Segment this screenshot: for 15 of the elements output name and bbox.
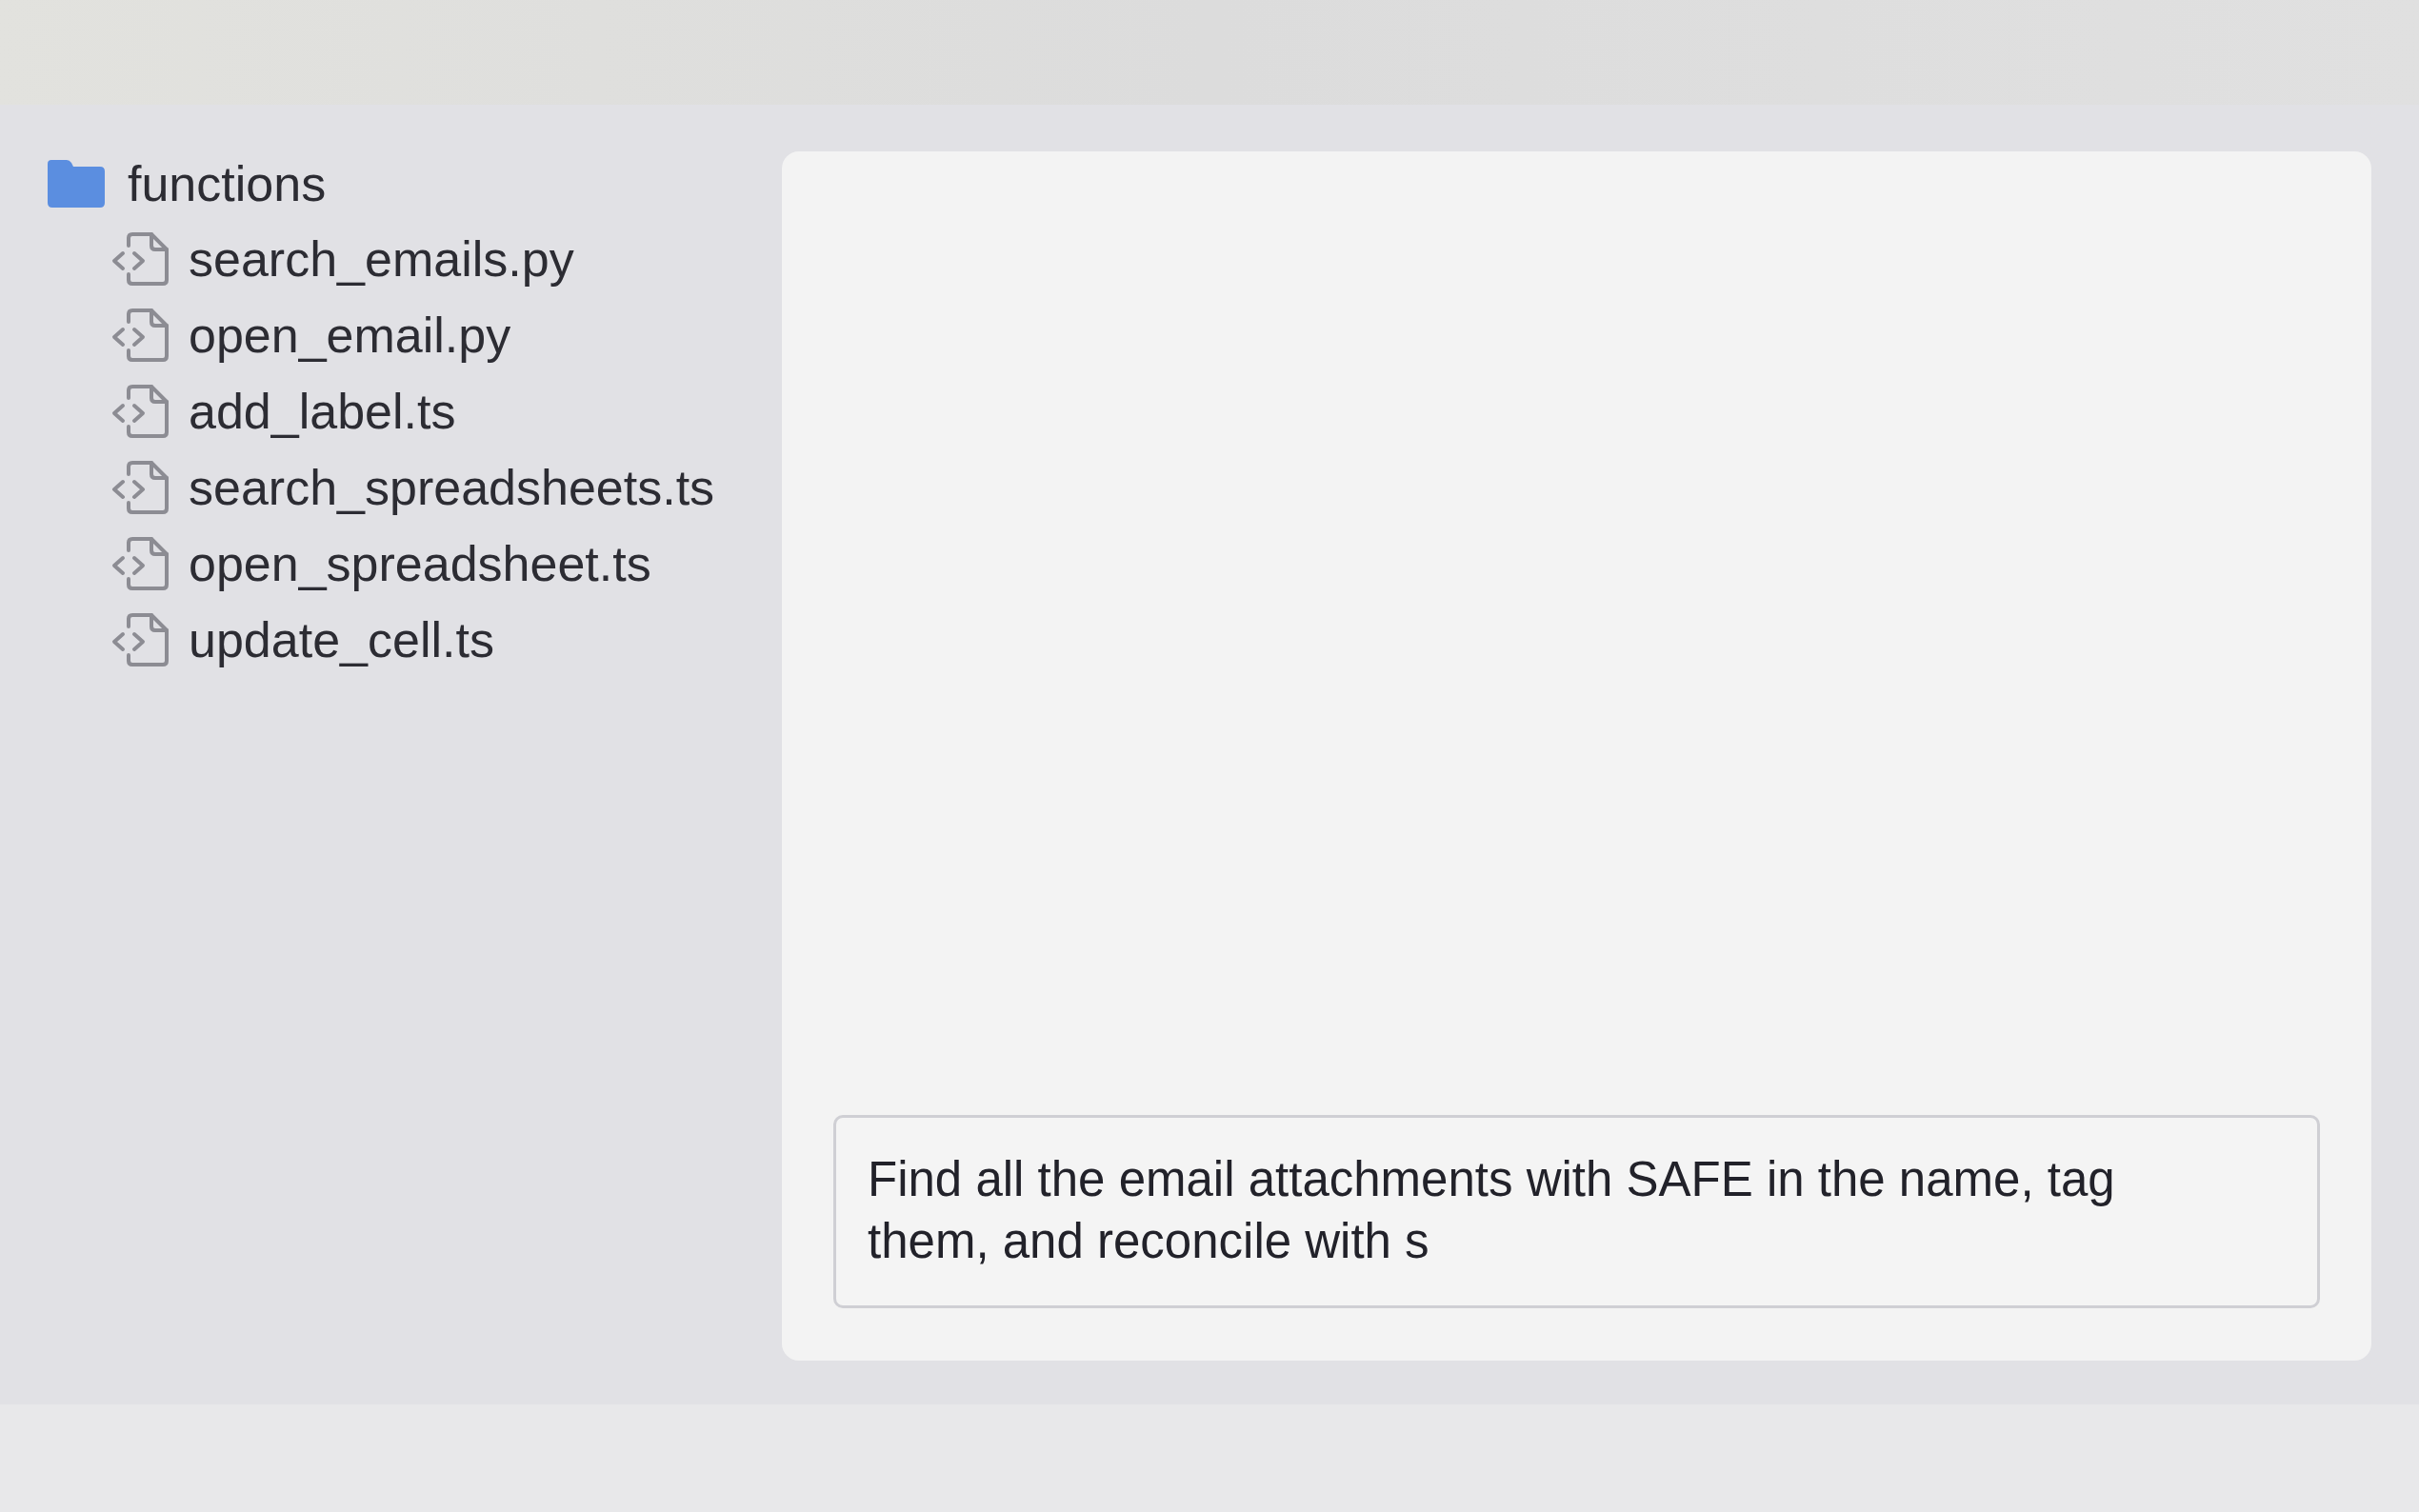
file-code-icon bbox=[111, 613, 169, 666]
folder-icon bbox=[48, 160, 105, 208]
file-code-icon bbox=[111, 308, 169, 362]
file-item[interactable]: search_emails.py bbox=[111, 221, 574, 297]
file-code-icon bbox=[111, 385, 169, 438]
file-item[interactable]: search_spreadsheets.ts bbox=[111, 449, 715, 526]
file-item[interactable]: open_email.py bbox=[111, 297, 511, 373]
file-code-icon bbox=[111, 537, 169, 590]
prompt-input-field[interactable]: Find all the email attachments with SAFE in the name, tag them, and reconcile with s bbox=[833, 1115, 2320, 1308]
folder-item[interactable]: functions bbox=[48, 149, 327, 218]
file-item[interactable]: add_label.ts bbox=[111, 373, 456, 449]
file-item[interactable]: update_cell.ts bbox=[111, 602, 494, 678]
file-code-icon bbox=[111, 232, 169, 286]
file-item[interactable]: open_spreadsheet.ts bbox=[111, 526, 651, 602]
file-code-icon bbox=[111, 461, 169, 514]
